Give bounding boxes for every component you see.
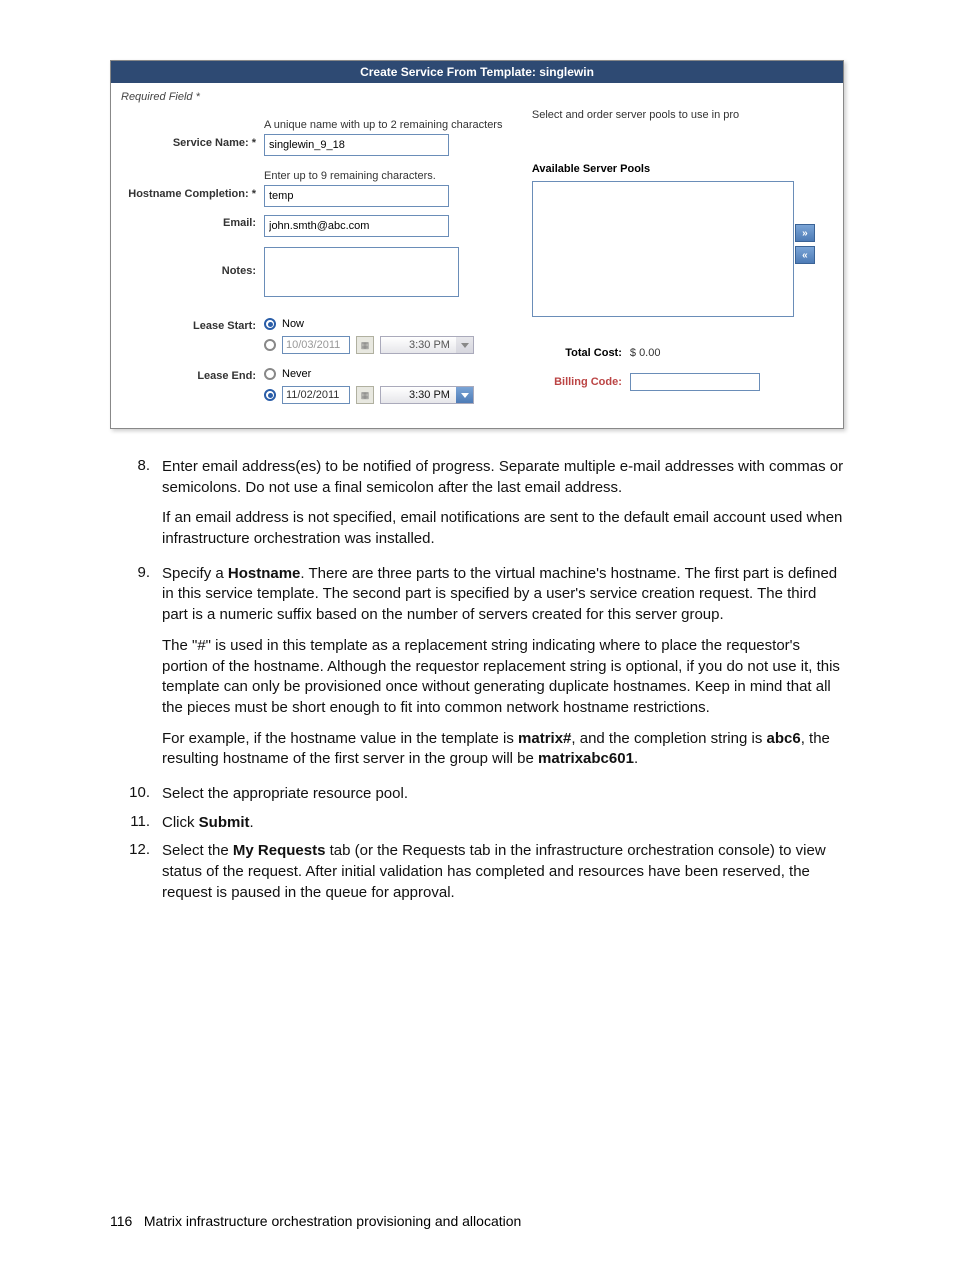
total-cost-value: $ 0.00 bbox=[630, 347, 661, 359]
available-server-pools-label: Available Server Pools bbox=[532, 163, 843, 175]
step-number: 8. bbox=[110, 457, 162, 560]
lease-end-label: Lease End: bbox=[121, 368, 264, 382]
lease-start-label: Lease Start: bbox=[121, 318, 264, 332]
lease-end-never-option: Never bbox=[282, 368, 311, 380]
step-9-para-1: Specify a Hostname. There are three part… bbox=[162, 564, 844, 626]
server-pools-hint: Select and order server pools to use in … bbox=[532, 109, 843, 121]
service-name-input[interactable] bbox=[264, 134, 449, 156]
billing-code-input[interactable] bbox=[630, 373, 760, 391]
email-label: Email: bbox=[121, 215, 264, 229]
step-12-text: Select the My Requests tab (or the Reque… bbox=[162, 841, 844, 903]
step-number: 9. bbox=[110, 564, 162, 780]
lease-start-now-option: Now bbox=[282, 318, 304, 330]
lease-start-now-radio[interactable] bbox=[264, 318, 276, 330]
calendar-icon[interactable]: ▦ bbox=[356, 336, 374, 354]
dropdown-icon bbox=[456, 387, 473, 403]
notes-textarea[interactable] bbox=[264, 247, 459, 297]
service-name-label: Service Name: * bbox=[121, 119, 264, 149]
step-10-text: Select the appropriate resource pool. bbox=[162, 784, 844, 805]
create-service-panel: Create Service From Template: singlewin … bbox=[110, 60, 844, 429]
step-9-para-3: For example, if the hostname value in th… bbox=[162, 729, 844, 770]
service-name-hint: A unique name with up to 2 remaining cha… bbox=[264, 119, 510, 131]
dropdown-icon bbox=[456, 337, 473, 353]
pool-add-button[interactable]: » bbox=[795, 224, 815, 242]
lease-end-never-radio[interactable] bbox=[264, 368, 276, 380]
step-number: 10. bbox=[110, 784, 162, 809]
hostname-completion-input[interactable] bbox=[264, 185, 449, 207]
lease-start-date-radio[interactable] bbox=[264, 339, 276, 351]
page-footer: 116 Matrix infrastructure orchestration … bbox=[110, 1213, 521, 1229]
hostname-completion-label: Hostname Completion: * bbox=[121, 170, 264, 200]
step-8-para-2: If an email address is not specified, em… bbox=[162, 508, 844, 549]
step-number: 11. bbox=[110, 813, 162, 838]
step-9-para-2: The "#" is used in this template as a re… bbox=[162, 636, 844, 719]
required-field-note: Required Field * bbox=[121, 91, 510, 109]
pool-remove-button[interactable]: « bbox=[795, 246, 815, 264]
step-8-para-1: Enter email address(es) to be notified o… bbox=[162, 457, 844, 498]
lease-end-time-select[interactable]: 3:30 PM bbox=[380, 386, 474, 404]
total-cost-label: Total Cost: bbox=[532, 347, 630, 359]
calendar-icon[interactable]: ▦ bbox=[356, 386, 374, 404]
billing-code-label: Billing Code: bbox=[532, 376, 630, 388]
lease-start-time-value: 3:30 PM bbox=[409, 339, 450, 351]
available-server-pools-listbox[interactable]: » « bbox=[532, 181, 794, 317]
email-input[interactable] bbox=[264, 215, 449, 237]
step-11-text: Click Submit. bbox=[162, 813, 844, 834]
page-number: 116 bbox=[110, 1213, 140, 1229]
hostname-hint: Enter up to 9 remaining characters. bbox=[264, 170, 510, 182]
lease-end-time-value: 3:30 PM bbox=[409, 389, 450, 401]
panel-title: Create Service From Template: singlewin bbox=[111, 61, 843, 83]
lease-end-date-input[interactable] bbox=[282, 386, 350, 404]
step-number: 12. bbox=[110, 841, 162, 913]
lease-start-date-input[interactable] bbox=[282, 336, 350, 354]
notes-label: Notes: bbox=[121, 247, 264, 277]
lease-start-time-select[interactable]: 3:30 PM bbox=[380, 336, 474, 354]
lease-end-date-radio[interactable] bbox=[264, 389, 276, 401]
footer-title: Matrix infrastructure orchestration prov… bbox=[144, 1213, 521, 1229]
instruction-list: 8. Enter email address(es) to be notifie… bbox=[110, 457, 844, 913]
